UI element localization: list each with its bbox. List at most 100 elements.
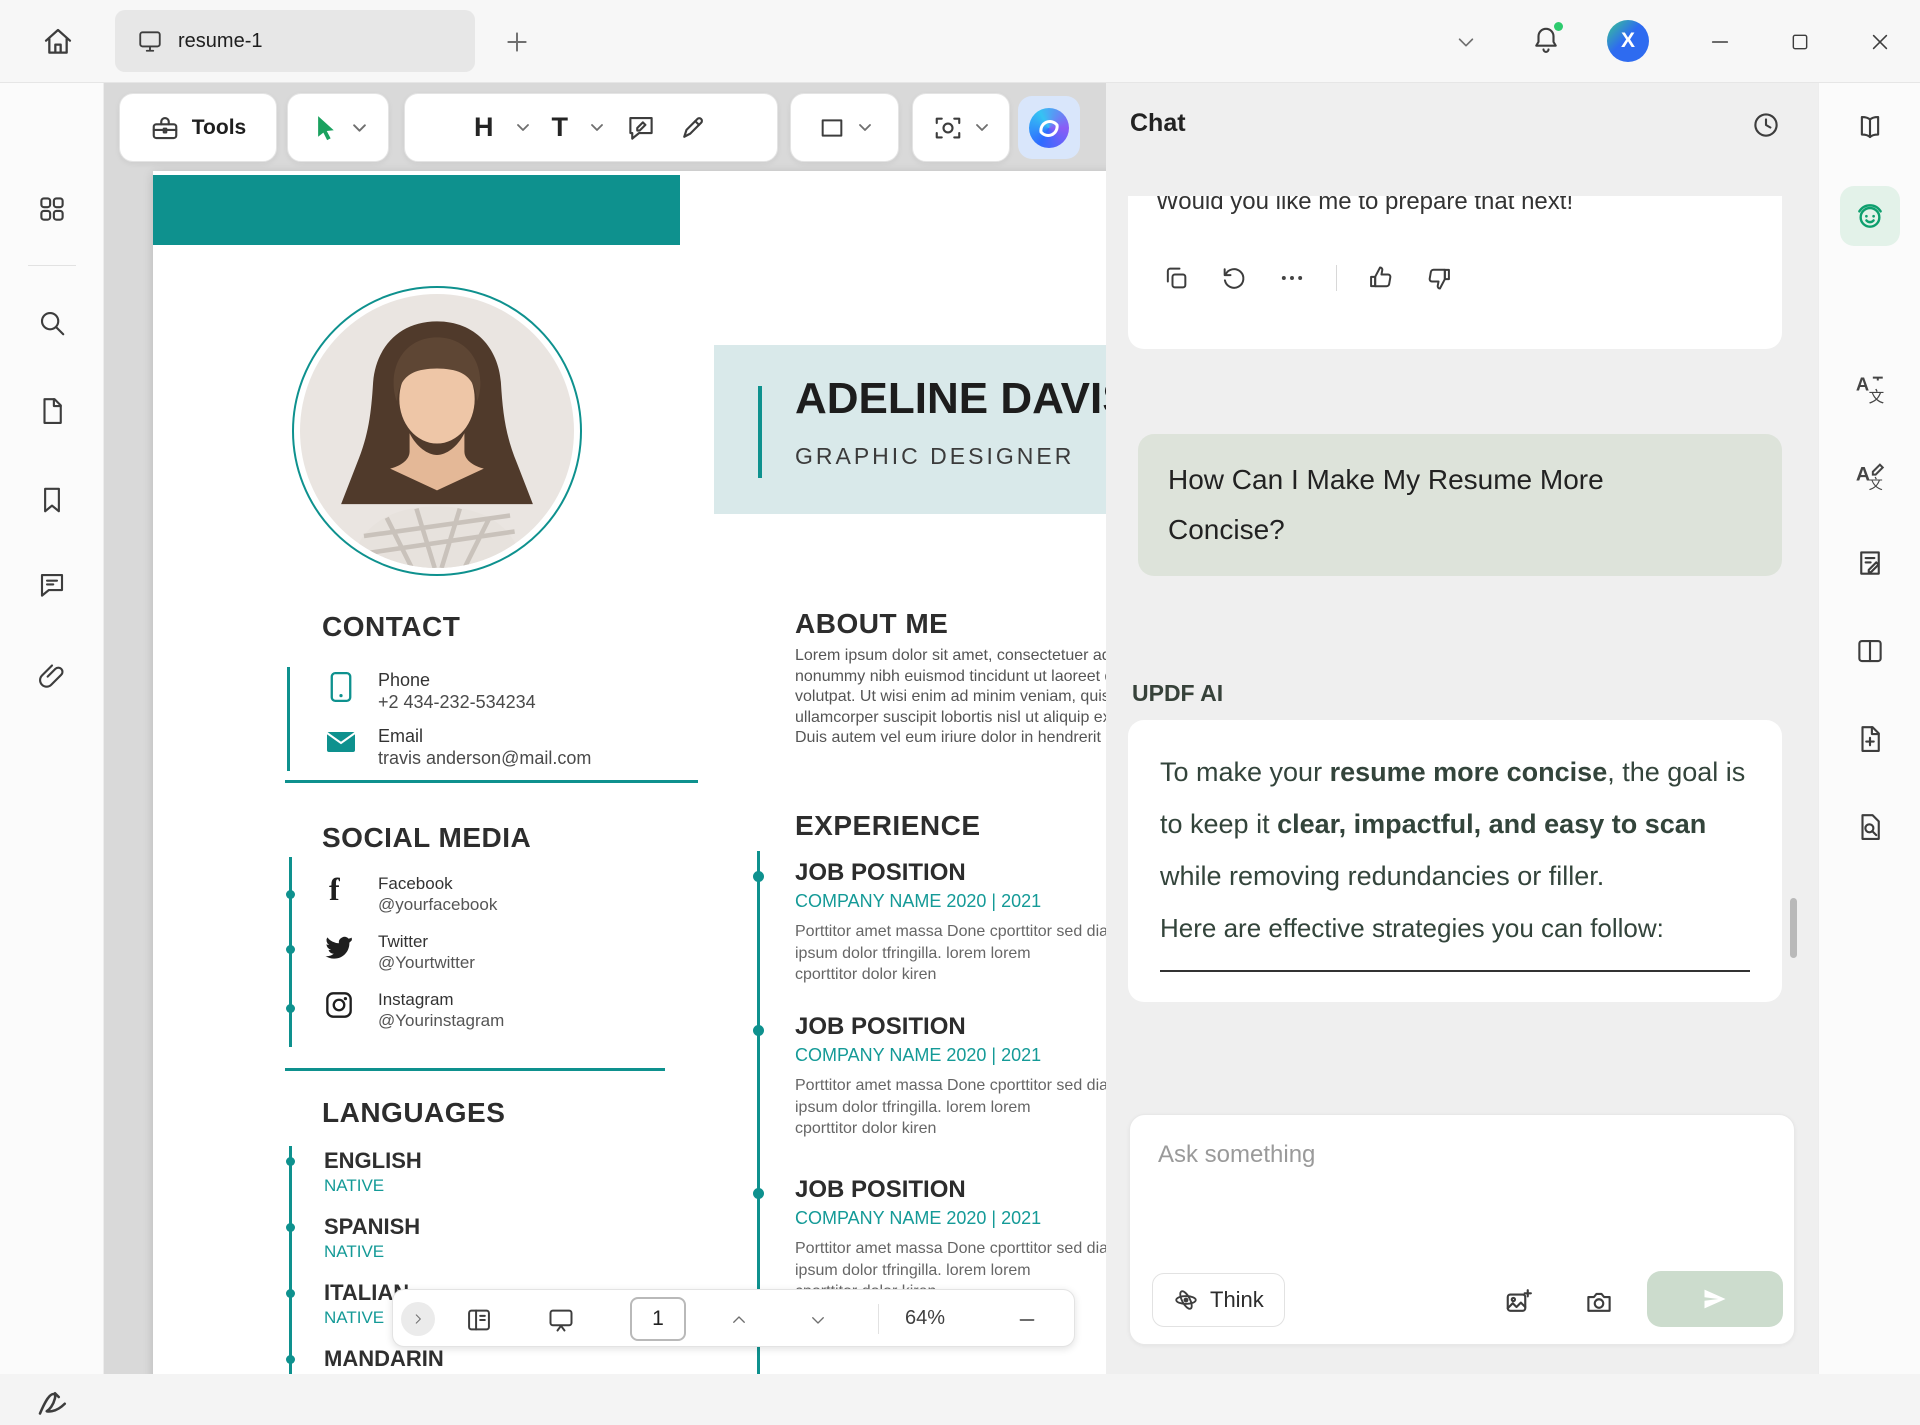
collapse-button[interactable] xyxy=(1444,20,1488,64)
select-tool-dropdown[interactable] xyxy=(352,123,367,133)
bookmarks-button[interactable] xyxy=(34,482,70,518)
search-icon xyxy=(37,308,67,338)
thumbs-up-button[interactable] xyxy=(1367,264,1395,292)
thumbnail-view-button[interactable] xyxy=(463,1304,495,1336)
instagram-icon xyxy=(325,991,353,1019)
email-label: Email xyxy=(378,726,423,747)
cursor-icon xyxy=(310,113,340,143)
export-file-button[interactable] xyxy=(1853,722,1887,756)
form-icon xyxy=(1855,548,1885,578)
zoom-level[interactable]: 64% xyxy=(905,1307,945,1330)
tools-group[interactable]: Tools xyxy=(119,93,277,162)
page-number-input[interactable] xyxy=(638,1307,678,1331)
notifications-button[interactable] xyxy=(1524,18,1568,62)
signature-icon xyxy=(34,1385,70,1421)
maximize-button[interactable] xyxy=(1778,20,1822,64)
heading-tool-button[interactable]: H xyxy=(474,112,494,143)
home-button[interactable] xyxy=(36,20,80,64)
search-button[interactable] xyxy=(34,305,70,341)
copy-icon xyxy=(1162,264,1190,292)
comments-button[interactable] xyxy=(34,567,70,603)
think-toggle-button[interactable]: Think xyxy=(1152,1273,1285,1327)
capture-tool-button[interactable] xyxy=(933,113,963,143)
apps-grid-button[interactable] xyxy=(34,191,70,227)
thumbnail-panel-icon xyxy=(465,1306,493,1334)
ai-sender-label: UPDF AI xyxy=(1132,680,1223,707)
page-navigation-bar: 64% xyxy=(392,1289,1075,1347)
ai-assistant-button[interactable] xyxy=(1018,96,1080,159)
more-options-button[interactable] xyxy=(1278,264,1306,292)
resume-job-title: GRAPHIC DESIGNER xyxy=(795,443,1074,470)
avatar[interactable]: X xyxy=(1607,20,1649,62)
previous-page-button[interactable] xyxy=(723,1304,755,1336)
translate-button[interactable]: A文 xyxy=(1852,371,1888,407)
tools-label: Tools xyxy=(192,116,246,140)
pen-tool-button[interactable] xyxy=(678,113,708,143)
close-button[interactable] xyxy=(1858,20,1902,64)
social-facebook-label: Facebook xyxy=(378,874,453,894)
name-panel xyxy=(714,345,1106,514)
signature-tool-button[interactable] xyxy=(30,1381,74,1425)
chat-title: Chat xyxy=(1130,109,1186,138)
notification-dot xyxy=(1554,22,1563,31)
portrait-image xyxy=(300,294,574,568)
select-tool-button[interactable] xyxy=(310,113,340,143)
zoom-out-button[interactable] xyxy=(1011,1304,1043,1336)
capture-image-button[interactable] xyxy=(1582,1285,1616,1319)
home-icon xyxy=(42,26,74,58)
ai-smiley-icon xyxy=(1854,200,1886,232)
reader-mode-button[interactable] xyxy=(1854,111,1886,143)
experience-heading: EXPERIENCE xyxy=(795,810,981,842)
contact-heading: CONTACT xyxy=(322,611,460,643)
job-2-position: JOB POSITION xyxy=(795,1013,966,1041)
chat-scrollbar[interactable] xyxy=(1790,898,1797,958)
translate-write-button[interactable]: A文 xyxy=(1852,458,1888,494)
copy-message-button[interactable] xyxy=(1162,264,1190,292)
chat-history-button[interactable] xyxy=(1746,105,1786,145)
regenerate-button[interactable] xyxy=(1220,264,1248,292)
contact-divider xyxy=(285,780,698,783)
presentation-button[interactable] xyxy=(545,1304,577,1336)
attachments-button[interactable] xyxy=(34,658,70,694)
chat-messages-viewport[interactable]: Would you like me to prepare that next! … xyxy=(1124,196,1800,1114)
shape-tool-dropdown[interactable] xyxy=(858,123,872,132)
capture-tool-dropdown[interactable] xyxy=(975,123,989,132)
job-1-company: COMPANY NAME 2020 | 2021 xyxy=(795,891,1041,912)
form-fill-button[interactable] xyxy=(1853,546,1887,580)
chevron-down-icon xyxy=(352,123,367,133)
plus-icon xyxy=(504,29,530,55)
next-page-button[interactable] xyxy=(802,1304,834,1336)
minus-icon xyxy=(1017,1310,1037,1330)
expand-panel-button[interactable] xyxy=(401,1302,435,1336)
chat-input-card: Think xyxy=(1129,1114,1795,1345)
phone-label: Phone xyxy=(378,670,430,691)
search-document-button[interactable] xyxy=(1853,810,1887,844)
send-button[interactable] xyxy=(1647,1271,1783,1327)
assistant-message-text: Would you like me to prepare that next! xyxy=(1128,196,1782,218)
chat-input[interactable] xyxy=(1158,1135,1758,1175)
toolbox-icon xyxy=(150,113,180,143)
edit-tools-group: H T xyxy=(404,93,778,162)
insert-image-button[interactable] xyxy=(1502,1285,1536,1319)
thumbs-down-button[interactable] xyxy=(1425,264,1453,292)
document-tab[interactable]: resume-1 xyxy=(115,10,475,72)
text-tool-dropdown[interactable] xyxy=(590,123,604,132)
profile-photo xyxy=(300,294,574,568)
shape-tool-button[interactable] xyxy=(818,114,846,142)
comment-tool-button[interactable] xyxy=(626,113,656,143)
new-tab-button[interactable] xyxy=(495,20,539,64)
ai-response-divider xyxy=(1160,970,1750,972)
pages-button[interactable] xyxy=(34,393,70,429)
ai-assistant-panel-button[interactable] xyxy=(1840,186,1900,246)
split-view-button[interactable] xyxy=(1853,634,1887,668)
experience-dot-2 xyxy=(753,1025,764,1036)
text-tool-button[interactable]: T xyxy=(552,112,569,143)
minimize-button[interactable] xyxy=(1698,20,1742,64)
pagebar-divider xyxy=(878,1304,879,1334)
language-3-level: NATIVE xyxy=(324,1308,384,1328)
shape-tool-group xyxy=(790,93,899,162)
social-twitter-handle: @Yourtwitter xyxy=(378,953,475,973)
document-search-icon xyxy=(1855,812,1885,842)
heading-tool-dropdown[interactable] xyxy=(516,123,530,132)
svg-text:文: 文 xyxy=(1869,388,1885,406)
